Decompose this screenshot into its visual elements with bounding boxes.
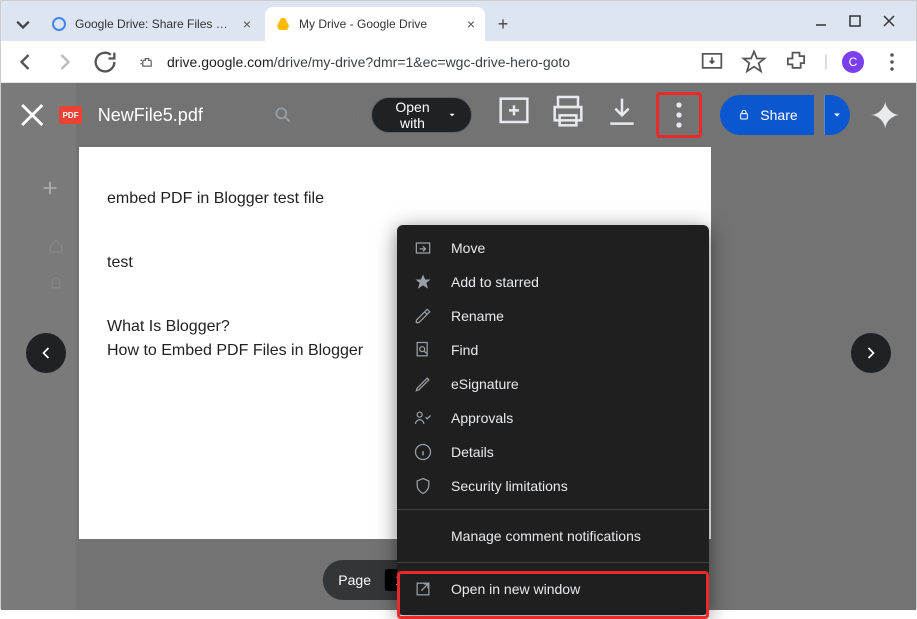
drive-favicon-icon: [275, 16, 291, 32]
menu-item-star[interactable]: Add to starred: [397, 265, 709, 299]
menu-item-open-new-window[interactable]: Open in new window: [397, 569, 709, 609]
tab-my-drive[interactable]: My Drive - Google Drive ×: [265, 7, 485, 41]
preview-toolbar: PDF NewFile5.pdf Open with Share: [1, 83, 916, 147]
page-label: Page: [338, 572, 371, 588]
home-icon: [47, 237, 65, 255]
share-dropdown[interactable]: [824, 95, 850, 135]
open-with-button[interactable]: Open with: [371, 97, 472, 133]
maximize-button[interactable]: [848, 14, 862, 28]
share-button[interactable]: Share: [720, 95, 813, 135]
menu-separator: [397, 562, 709, 563]
bell-icon: [47, 275, 65, 293]
forward-button[interactable]: [51, 48, 79, 76]
approvals-icon: [413, 408, 433, 428]
extensions-icon[interactable]: [782, 48, 810, 76]
preview-search[interactable]: [273, 105, 361, 125]
find-icon: [413, 340, 433, 360]
share-label: Share: [760, 107, 797, 123]
pdf-badge-icon: PDF: [59, 106, 81, 124]
site-info-icon[interactable]: [137, 52, 157, 72]
print-icon[interactable]: [548, 92, 588, 132]
pen-icon: [413, 374, 433, 394]
menu-separator: [397, 509, 709, 510]
browser-toolbar: drive.google.com/drive/my-drive?dmr=1&ec…: [1, 41, 916, 83]
close-window-button[interactable]: [882, 14, 896, 28]
info-icon: [413, 442, 433, 462]
menu-label: Move: [451, 240, 485, 256]
menu-label: Add to starred: [451, 274, 539, 290]
menu-label: Open in new window: [451, 581, 580, 597]
browser-menu-icon[interactable]: [878, 48, 906, 76]
app-area: embed PDF in Blogger test file test What…: [1, 83, 916, 610]
menu-item-details[interactable]: Details: [397, 435, 709, 469]
menu-item-find[interactable]: Find: [397, 333, 709, 367]
tabs-dropdown[interactable]: [9, 10, 37, 38]
rename-icon: [413, 306, 433, 326]
menu-label: Find: [451, 342, 478, 358]
prev-file-button[interactable]: [26, 333, 66, 373]
google-favicon-icon: [51, 16, 67, 32]
tab-close-icon[interactable]: ×: [467, 16, 475, 32]
menu-label: Details: [451, 444, 494, 460]
gemini-icon[interactable]: [868, 95, 902, 135]
url-text: drive.google.com/drive/my-drive?dmr=1&ec…: [167, 54, 570, 70]
profile-avatar[interactable]: C: [842, 51, 864, 73]
tab-strip: Google Drive: Share Files Online × My Dr…: [9, 1, 802, 41]
download-icon[interactable]: [602, 92, 642, 132]
drive-side-icons: [47, 237, 65, 293]
new-button-icon: [39, 177, 61, 199]
preview-filename: NewFile5.pdf: [98, 105, 203, 126]
menu-item-move[interactable]: Move: [397, 231, 709, 265]
open-with-label: Open with: [386, 99, 439, 131]
menu-label: eSignature: [451, 376, 519, 392]
bookmark-icon[interactable]: [740, 48, 768, 76]
menu-item-esignature[interactable]: eSignature: [397, 367, 709, 401]
more-actions-menu: Move Add to starred Rename Find eSignatu…: [397, 225, 709, 615]
menu-item-approvals[interactable]: Approvals: [397, 401, 709, 435]
browser-titlebar: Google Drive: Share Files Online × My Dr…: [1, 1, 916, 41]
tab-close-icon[interactable]: ×: [243, 16, 251, 32]
toolbar-right: | C: [698, 48, 906, 76]
menu-item-security[interactable]: Security limitations: [397, 469, 709, 503]
search-input[interactable]: [301, 107, 361, 124]
close-preview-button[interactable]: [15, 95, 49, 135]
add-comment-icon[interactable]: [494, 92, 534, 132]
next-file-button[interactable]: [851, 333, 891, 373]
back-button[interactable]: [11, 48, 39, 76]
install-app-icon[interactable]: [698, 48, 726, 76]
menu-label: Security limitations: [451, 478, 568, 494]
tab-google-drive-marketing[interactable]: Google Drive: Share Files Online ×: [41, 7, 261, 41]
tab-title: Google Drive: Share Files Online: [75, 17, 235, 31]
star-icon: [413, 272, 433, 292]
window-controls: [802, 14, 908, 28]
doc-line: embed PDF in Blogger test file: [107, 187, 683, 211]
shield-icon: [413, 476, 433, 496]
menu-label: Manage comment notifications: [451, 528, 641, 544]
tab-title: My Drive - Google Drive: [299, 17, 459, 31]
menu-item-rename[interactable]: Rename: [397, 299, 709, 333]
menu-item-notifications[interactable]: Manage comment notifications: [397, 516, 709, 556]
move-icon: [413, 238, 433, 258]
minimize-button[interactable]: [814, 14, 828, 28]
menu-label: Rename: [451, 308, 504, 324]
reload-button[interactable]: [91, 48, 119, 76]
open-external-icon: [413, 579, 433, 599]
address-bar[interactable]: drive.google.com/drive/my-drive?dmr=1&ec…: [131, 52, 686, 72]
more-actions-button[interactable]: [656, 92, 702, 138]
menu-label: Approvals: [451, 410, 513, 426]
preview-action-icons: [494, 92, 702, 138]
new-tab-button[interactable]: +: [489, 10, 517, 38]
